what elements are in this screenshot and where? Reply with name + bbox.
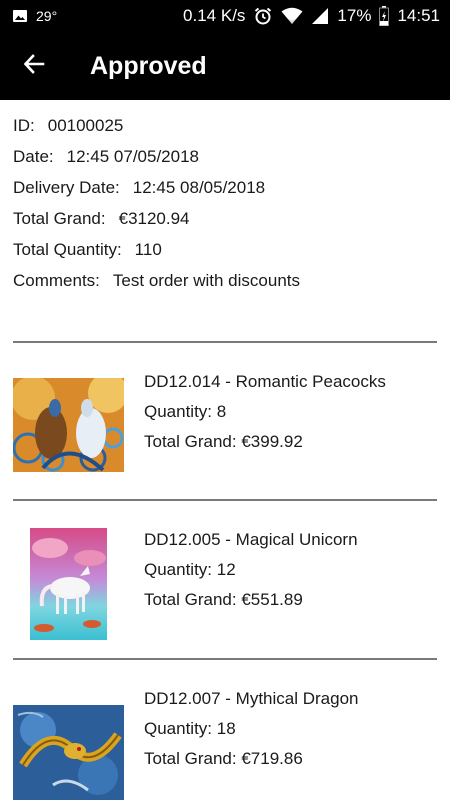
list-item[interactable]: DD12.007 - Mythical Dragon Quantity: 18 …: [0, 660, 450, 800]
app-bar: Approved: [0, 32, 450, 100]
product-name: DD12.014 - Romantic Peacocks: [144, 372, 386, 391]
delivery-date-label: Delivery Date:: [13, 177, 120, 197]
delivery-date-value: 12:45 08/05/2018: [132, 177, 266, 197]
wifi-icon: [281, 7, 303, 25]
list-item[interactable]: DD12.014 - Romantic Peacocks Quantity: 8…: [0, 343, 450, 499]
unicorn-painting-image: [30, 528, 107, 640]
product-quantity: Quantity: 18: [144, 719, 236, 738]
delivery-date-row: Delivery Date: 12:45 08/05/2018: [13, 172, 437, 203]
total-grand-label: Total Grand:: [13, 208, 106, 228]
product-quantity: Quantity: 12: [144, 560, 236, 579]
image-icon: [12, 8, 28, 24]
page-title: Approved: [90, 51, 207, 80]
order-date-label: Date:: [13, 146, 54, 166]
comments-row: Comments: Test order with discounts: [13, 265, 437, 296]
order-id-row: ID: 00100025: [13, 110, 437, 141]
back-button[interactable]: [0, 32, 68, 100]
network-speed-text: 0.14 K/s: [183, 6, 246, 25]
total-grand-value: €3120.94: [118, 208, 190, 228]
temperature-text: 29°: [36, 8, 58, 24]
order-date-row: Date: 12:45 07/05/2018: [13, 141, 437, 172]
comments-value: Test order with discounts: [112, 270, 301, 290]
total-quantity-label: Total Quantity:: [13, 239, 122, 259]
signal-icon: [311, 7, 329, 25]
arrow-left-icon: [23, 53, 45, 80]
battery-icon: [379, 6, 390, 26]
total-quantity-value: 110: [134, 239, 162, 259]
order-id-value: 00100025: [47, 115, 124, 135]
status-bar: 29° 0.14 K/s 17% 14:51: [0, 0, 450, 32]
order-id-label: ID:: [13, 115, 35, 135]
comments-label: Comments:: [13, 270, 100, 290]
clock-text: 14:51: [397, 6, 440, 25]
battery-percent-text: 17%: [337, 6, 372, 25]
product-info: DD12.005 - Magical Unicorn Quantity: 12 …: [144, 529, 358, 619]
list-item[interactable]: DD12.005 - Magical Unicorn Quantity: 12 …: [0, 501, 450, 657]
alarm-icon: [253, 6, 273, 26]
product-name: DD12.007 - Mythical Dragon: [144, 689, 359, 708]
peacocks-painting-image: [13, 378, 124, 472]
product-total: Total Grand: €719.86: [144, 749, 303, 768]
product-total: Total Grand: €551.89: [144, 590, 303, 609]
order-details: ID: 00100025 Date: 12:45 07/05/2018 Deli…: [13, 110, 437, 296]
dragon-painting-image: [13, 705, 124, 800]
product-total: Total Grand: €399.92: [144, 432, 303, 451]
product-quantity: Quantity: 8: [144, 402, 227, 421]
order-date-value: 12:45 07/05/2018: [66, 146, 199, 166]
product-info: DD12.007 - Mythical Dragon Quantity: 18 …: [144, 688, 358, 778]
product-name: DD12.005 - Magical Unicorn: [144, 530, 358, 549]
product-info: DD12.014 - Romantic Peacocks Quantity: 8…: [144, 371, 386, 461]
total-grand-row: Total Grand: €3120.94: [13, 203, 437, 234]
total-quantity-row: Total Quantity: 110: [13, 234, 437, 265]
